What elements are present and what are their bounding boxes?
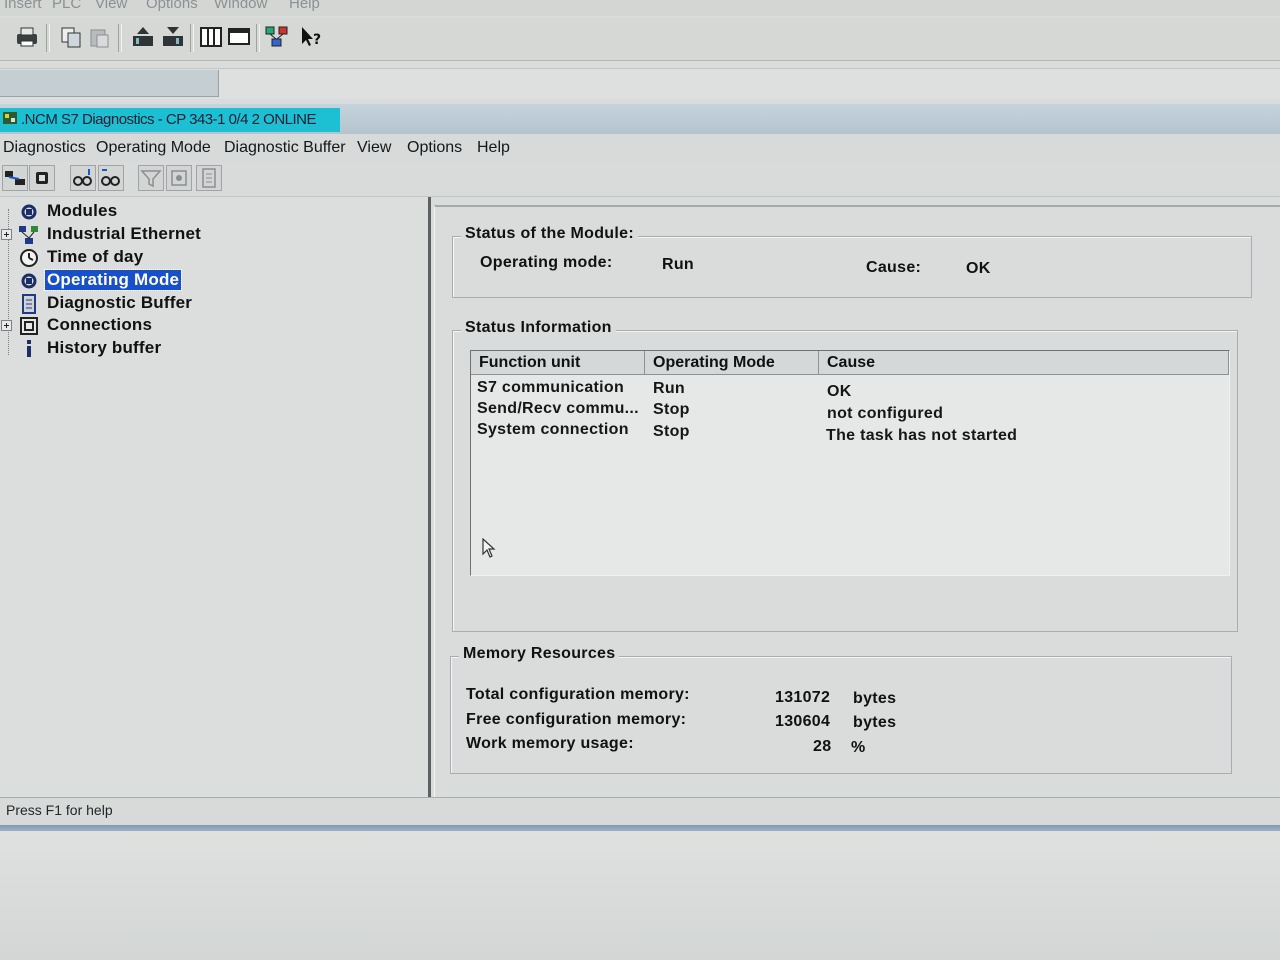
work-memory-usage-value: 28 (813, 738, 832, 755)
table-cell-function-unit[interactable]: Send/Recv commu... (477, 400, 639, 418)
outer-menu-insert[interactable]: Insert (4, 0, 42, 12)
table-cell-cause[interactable]: OK (827, 383, 852, 401)
cause-label: Cause: (866, 259, 922, 276)
total-config-memory-value: 131072 (775, 689, 831, 706)
ncm-app-icon (2, 110, 18, 126)
watch-all-icon[interactable] (98, 165, 124, 191)
total-config-memory-unit: bytes (853, 690, 897, 707)
info-icon (18, 339, 40, 359)
outer-menu-plc[interactable]: PLC (52, 0, 81, 12)
outer-menu-options[interactable]: Options (146, 0, 198, 12)
svg-text:?: ? (313, 32, 321, 48)
outer-menu-view[interactable]: View (95, 0, 127, 12)
expand-industrial-ethernet-icon[interactable] (1, 229, 12, 240)
column-header-cause[interactable]: Cause (819, 351, 1229, 375)
table-cell-operating-mode[interactable]: Run (653, 380, 685, 398)
stop-icon[interactable] (29, 165, 55, 191)
operating-mode-label: Operating mode: (480, 254, 613, 271)
desktop-background (0, 831, 1280, 960)
total-config-memory-label: Total configuration memory: (466, 686, 690, 703)
cause-value: OK (966, 260, 991, 277)
free-config-memory-unit: bytes (853, 714, 897, 731)
menu-operating-mode[interactable]: Operating Mode (96, 139, 211, 157)
connect-icon[interactable] (2, 165, 28, 191)
free-config-memory-label: Free configuration memory: (466, 711, 687, 728)
tree-item-label: Modules (47, 201, 118, 220)
table-cell-function-unit[interactable]: System connection (477, 421, 629, 439)
menu-help[interactable]: Help (477, 139, 510, 157)
tree-item-label: Time of day (47, 247, 144, 266)
column-header-label: Cause (827, 354, 876, 371)
context-help-icon[interactable]: ? (298, 24, 324, 50)
tree-item-label: Diagnostic Buffer (47, 293, 193, 312)
tree-item-label: Industrial Ethernet (47, 224, 201, 243)
operating-mode-icon (18, 271, 40, 291)
columns-view-icon[interactable] (198, 24, 224, 50)
work-memory-usage-label: Work memory usage: (466, 735, 634, 752)
memory-resources-title: Memory Resources (459, 645, 620, 663)
outer-menu-bar: Insert PLC View Options Window Help (0, 0, 1280, 16)
tree-item-label: History buffer (47, 338, 162, 357)
column-header-operating-mode[interactable]: Operating Mode (645, 351, 819, 375)
work-memory-usage-unit: % (851, 739, 866, 756)
toolbar-separator (190, 24, 194, 52)
download-to-plc-icon[interactable] (130, 24, 156, 50)
buffer-icon (18, 294, 40, 314)
upload-from-plc-icon[interactable] (160, 24, 186, 50)
connections-icon (18, 316, 40, 336)
status-bar: Press F1 for help (0, 797, 1280, 826)
print-buffer-icon[interactable] (196, 165, 222, 191)
outer-document-tab[interactable] (0, 70, 219, 97)
navigation-tree: Modules Industrial Ethernet Time of day … (0, 197, 431, 797)
clock-icon (18, 248, 40, 268)
module-status-title: Status of the Module: (461, 225, 638, 243)
outer-toolbar: ? (0, 18, 1280, 61)
status-bar-text: Press F1 for help (6, 802, 113, 818)
expand-connections-icon[interactable] (1, 320, 12, 331)
operating-mode-value: Run (662, 256, 695, 273)
paste-icon[interactable] (86, 24, 112, 50)
menu-options[interactable]: Options (407, 139, 462, 157)
toolbar-separator (118, 24, 122, 52)
tree-item-label: Operating Mode (43, 269, 183, 291)
column-header-label: Function unit (479, 354, 581, 371)
refresh-icon[interactable] (166, 165, 192, 191)
outer-menu-help[interactable]: Help (289, 0, 320, 12)
ncm-toolbar (0, 162, 1280, 197)
tree-item-label: Connections (47, 315, 153, 334)
column-header-label: Operating Mode (653, 354, 775, 371)
status-information-list[interactable]: Function unit Operating Mode Cause S7 co… (470, 350, 1230, 576)
window-title: .NCM S7 Diagnostics - CP 343-1 0/4 2 ONL… (21, 111, 317, 128)
table-cell-function-unit[interactable]: S7 communication (477, 379, 624, 397)
outer-menu-window[interactable]: Window (214, 0, 267, 12)
column-header-function-unit[interactable]: Function unit (471, 351, 645, 375)
free-config-memory-value: 130604 (775, 713, 831, 730)
table-cell-cause[interactable]: not configured (827, 405, 943, 423)
menu-bar: Diagnostics Operating Mode Diagnostic Bu… (0, 134, 1280, 162)
print-icon[interactable] (14, 24, 40, 50)
watch-icon[interactable] (70, 165, 96, 191)
table-cell-cause[interactable]: The task has not started (826, 427, 1017, 445)
toolbar-separator (256, 24, 260, 52)
window-title-bar[interactable]: .NCM S7 Diagnostics - CP 343-1 0/4 2 ONL… (0, 104, 1280, 134)
window-view-icon[interactable] (226, 24, 252, 50)
table-cell-operating-mode[interactable]: Stop (653, 423, 690, 441)
table-cell-operating-mode[interactable]: Stop (653, 401, 690, 419)
network-icon (18, 225, 40, 245)
network-config-icon[interactable] (264, 24, 290, 50)
status-information-title: Status Information (461, 319, 616, 337)
modules-icon (18, 202, 40, 222)
filter-icon[interactable] (138, 165, 164, 191)
toolbar-separator (46, 24, 50, 52)
menu-diagnostics[interactable]: Diagnostics (3, 139, 86, 157)
copy-icon[interactable] (58, 24, 84, 50)
menu-diagnostic-buffer[interactable]: Diagnostic Buffer (224, 139, 346, 157)
menu-view[interactable]: View (357, 139, 391, 157)
mouse-pointer-icon (482, 537, 496, 558)
